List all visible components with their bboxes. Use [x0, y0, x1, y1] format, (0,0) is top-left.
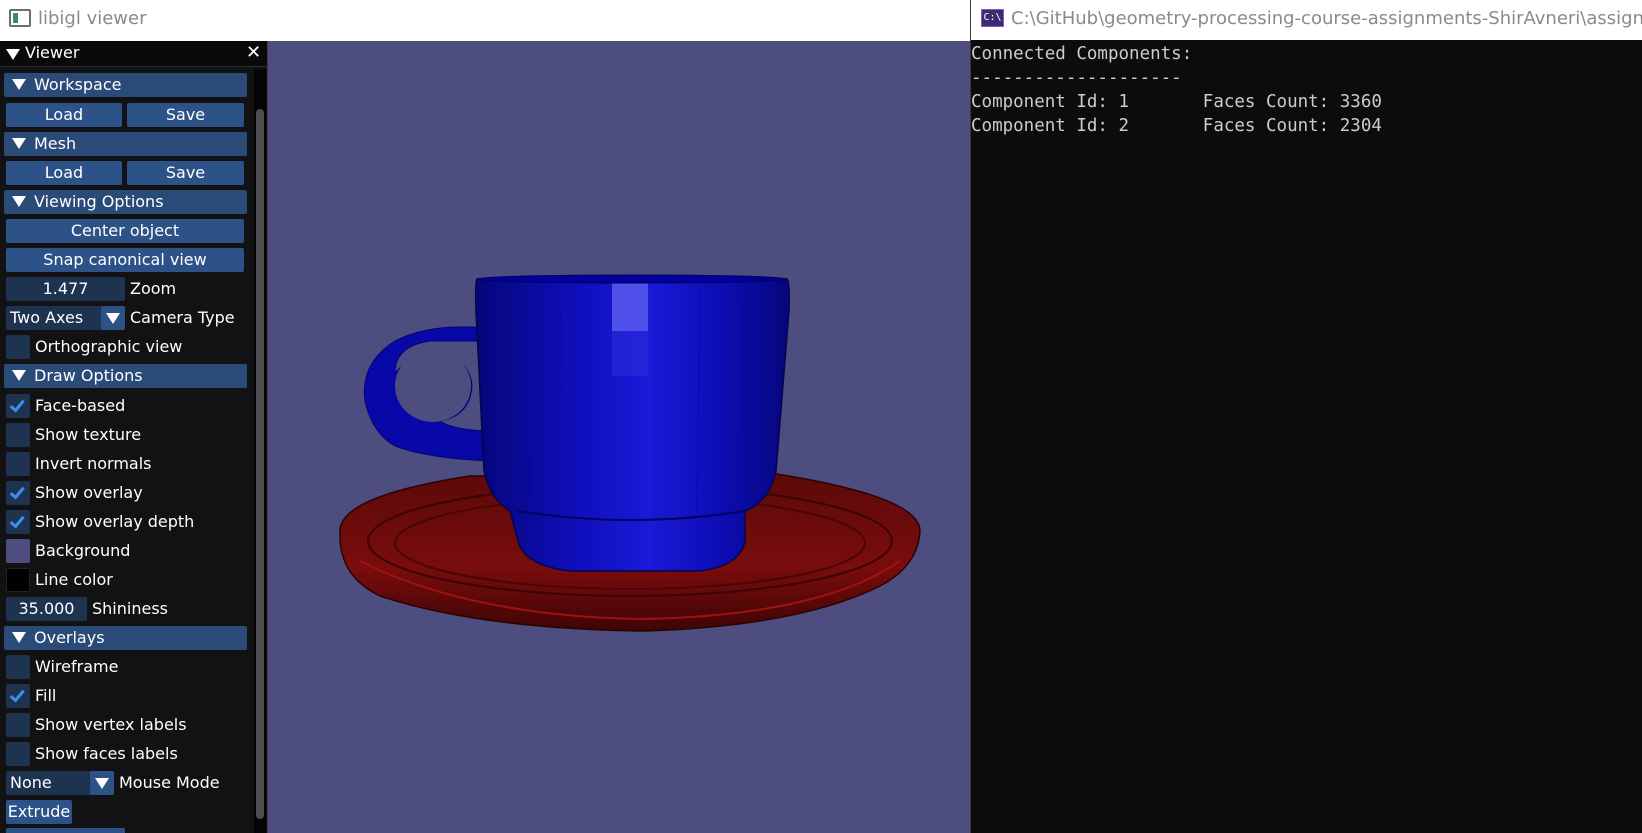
console-app-icon: C:\: [981, 9, 1004, 27]
show-texture-checkbox[interactable]: [6, 423, 30, 447]
viewer-window: libigl viewer Viewer ✕ Workspace Load Sa…: [0, 0, 970, 833]
snap-canonical-view-button[interactable]: Snap canonical view: [6, 248, 244, 272]
wireframe-label: Wireframe: [35, 657, 119, 676]
line-color-label: Line color: [35, 570, 113, 589]
viewer-titlebar[interactable]: libigl viewer: [0, 0, 970, 41]
console-line: Connected Components:: [971, 44, 1193, 64]
header-draw-options-label: Draw Options: [34, 366, 143, 385]
header-draw-options[interactable]: Draw Options: [4, 364, 247, 388]
orthographic-view-checkbox[interactable]: [6, 335, 30, 359]
mouse-mode-value: None: [10, 773, 52, 792]
console-window: C:\ C:\GitHub\geometry-processing-course…: [970, 0, 1642, 833]
console-line: Component Id: 1 Faces Count: 3360: [971, 92, 1382, 112]
show-overlay-depth-checkbox[interactable]: [6, 510, 30, 534]
mouse-mode-label: Mouse Mode: [119, 773, 220, 792]
show-faces-labels-checkbox[interactable]: [6, 742, 30, 766]
mouse-mode-select[interactable]: None: [6, 771, 114, 795]
checkmark-icon: [9, 396, 25, 413]
orthographic-view-label: Orthographic view: [35, 337, 183, 356]
show-vertex-labels-label: Show vertex labels: [35, 715, 187, 734]
panel-titlebar[interactable]: Viewer ✕: [0, 41, 267, 67]
cup-handle-mesh: [363, 326, 496, 462]
show-overlay-checkbox[interactable]: [6, 481, 30, 505]
app-window-icon: [9, 9, 31, 27]
console-line: --------------------: [971, 68, 1182, 88]
header-viewing-options[interactable]: Viewing Options: [4, 190, 247, 214]
shininess-input[interactable]: 35.000: [6, 597, 87, 621]
header-workspace[interactable]: Workspace: [4, 73, 247, 97]
face-based-label: Face-based: [35, 396, 126, 415]
console-output[interactable]: Connected Components: ------------------…: [971, 40, 1642, 833]
workspace-save-button[interactable]: Save: [127, 103, 244, 127]
camera-type-value: Two Axes: [10, 308, 84, 327]
viewer-menu-panel: Viewer ✕ Workspace Load Save Mesh Load S…: [0, 41, 268, 833]
header-mesh-label: Mesh: [34, 134, 77, 153]
fill-label: Fill: [35, 686, 57, 705]
chevron-down-icon[interactable]: [101, 306, 125, 330]
show-faces-labels-label: Show faces labels: [35, 744, 178, 763]
background-color-swatch[interactable]: [6, 539, 30, 563]
collapse-triangle-icon: [12, 370, 26, 381]
workspace-load-button[interactable]: Load: [6, 103, 122, 127]
collapse-triangle-icon: [12, 196, 26, 207]
mesh-save-button[interactable]: Save: [127, 161, 244, 185]
collapse-triangle-icon: [12, 138, 26, 149]
camera-type-select[interactable]: Two Axes: [6, 306, 125, 330]
next-button-partial[interactable]: [6, 828, 125, 833]
show-texture-label: Show texture: [35, 425, 142, 444]
cup-body-mesh: [474, 274, 790, 572]
collapse-triangle-icon: [12, 632, 26, 643]
header-overlays[interactable]: Overlays: [4, 626, 247, 650]
center-object-button[interactable]: Center object: [6, 219, 244, 243]
collapse-triangle-icon[interactable]: [6, 49, 20, 60]
chevron-down-icon[interactable]: [90, 771, 114, 795]
show-vertex-labels-checkbox[interactable]: [6, 713, 30, 737]
mesh-load-button[interactable]: Load: [6, 161, 122, 185]
zoom-label: Zoom: [130, 279, 177, 298]
header-workspace-label: Workspace: [34, 75, 122, 94]
camera-type-label: Camera Type: [130, 308, 235, 327]
background-color-label: Background: [35, 541, 131, 560]
invert-normals-label: Invert normals: [35, 454, 152, 473]
wireframe-checkbox[interactable]: [6, 655, 30, 679]
panel-title: Viewer: [25, 43, 80, 62]
zoom-input[interactable]: 1.477: [6, 277, 125, 301]
checkmark-icon: [9, 686, 25, 703]
header-overlays-label: Overlays: [34, 628, 105, 647]
panel-scrollbar[interactable]: [254, 69, 266, 833]
shininess-label: Shininess: [92, 599, 168, 618]
console-titlebar[interactable]: C:\ C:\GitHub\geometry-processing-course…: [971, 0, 1642, 40]
viewer-window-title: libigl viewer: [38, 8, 147, 29]
scrollbar-thumb[interactable]: [256, 109, 264, 819]
collapse-triangle-icon: [12, 79, 26, 90]
invert-normals-checkbox[interactable]: [6, 452, 30, 476]
fill-checkbox[interactable]: [6, 684, 30, 708]
checkmark-icon: [9, 483, 25, 500]
console-window-title: C:\GitHub\geometry-processing-course-ass…: [1011, 8, 1642, 29]
checkmark-icon: [9, 512, 25, 529]
line-color-swatch[interactable]: [6, 568, 30, 592]
face-based-checkbox[interactable]: [6, 394, 30, 418]
console-line: Component Id: 2 Faces Count: 2304: [971, 116, 1382, 136]
show-overlay-label: Show overlay: [35, 483, 143, 502]
show-overlay-depth-label: Show overlay depth: [35, 512, 195, 531]
header-viewing-options-label: Viewing Options: [34, 192, 164, 211]
extrude-button[interactable]: Extrude: [6, 800, 72, 824]
header-mesh[interactable]: Mesh: [4, 132, 247, 156]
close-icon[interactable]: ✕: [246, 43, 261, 63]
